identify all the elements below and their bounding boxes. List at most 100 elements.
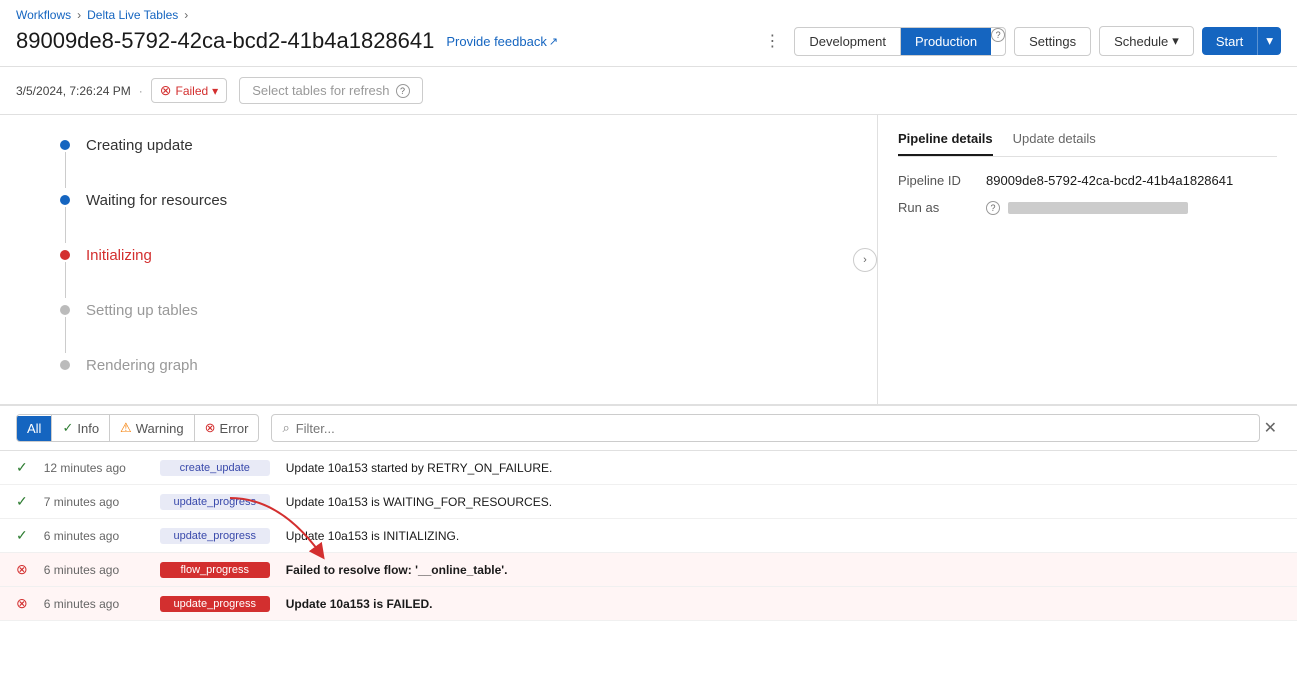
log-row-error-4: ⊗ 6 minutes ago flow_progress Failed to … — [0, 553, 1297, 587]
step-label-waiting-resources: Waiting for resources — [86, 190, 227, 245]
log-row: ✓ 7 minutes ago update_progress Update 1… — [0, 485, 1297, 519]
step-dot-1 — [60, 140, 70, 150]
breadcrumb-delta-live-tables[interactable]: Delta Live Tables — [87, 8, 178, 22]
close-filter-button[interactable]: ✕ — [1260, 418, 1281, 438]
log-time-2: 7 minutes ago — [44, 495, 144, 509]
step-indicator-4 — [60, 300, 70, 353]
development-mode-button[interactable]: Development — [795, 28, 900, 55]
collapse-panel-button[interactable]: › — [853, 248, 877, 272]
log-time-5: 6 minutes ago — [44, 597, 144, 611]
step-dot-5 — [60, 360, 70, 370]
start-chevron-icon: ▾ — [1266, 33, 1273, 48]
log-table: ✓ 12 minutes ago create_update Update 10… — [0, 451, 1297, 621]
log-message-4: Failed to resolve flow: '__online_table'… — [286, 563, 1281, 577]
status-badge[interactable]: ⊗ Failed ▾ — [151, 78, 227, 103]
error-circle-icon: ⊗ — [205, 420, 216, 436]
filter-search-container: ⌕ — [271, 414, 1259, 442]
log-message-2: Update 10a153 is WAITING_FOR_RESOURCES. — [286, 495, 1281, 509]
filter-search-input[interactable] — [296, 421, 1249, 436]
log-tag-1: create_update — [160, 460, 270, 476]
more-options-button[interactable]: ⋮ — [758, 27, 786, 55]
run-as-info-icon: ? — [986, 201, 1000, 215]
filter-error-button[interactable]: ⊗ Error — [194, 415, 259, 441]
step-label-setting-up-tables: Setting up tables — [86, 300, 198, 355]
run-time: 3/5/2024, 7:26:24 PM — [16, 84, 131, 98]
pipeline-id-value: 89009de8-5792-42ca-bcd2-41b4a1828641 — [986, 173, 1233, 188]
status-text: Failed — [175, 84, 208, 98]
step-setting-up-tables: Setting up tables — [60, 300, 837, 355]
run-as-row: Run as ? — [898, 200, 1277, 215]
step-line-3 — [65, 262, 66, 298]
production-mode-button[interactable]: Production — [900, 28, 991, 55]
feedback-link[interactable]: Provide feedback ↗ — [446, 34, 558, 49]
step-creating-update: Creating update — [60, 135, 837, 190]
step-indicator-5 — [60, 355, 70, 370]
run-as-redacted — [1008, 202, 1188, 214]
breadcrumb-sep2: › — [184, 8, 188, 22]
log-icon-5: ⊗ — [16, 595, 28, 612]
log-tag-2: update_progress — [160, 494, 270, 510]
pipeline-steps: Creating update Waiting for resources In… — [40, 135, 837, 410]
start-group: Start ▾ — [1202, 27, 1281, 55]
log-time-4: 6 minutes ago — [44, 563, 144, 577]
search-icon: ⌕ — [282, 420, 289, 436]
step-dot-2 — [60, 195, 70, 205]
filter-info-button[interactable]: ✓ Info — [51, 415, 109, 441]
failed-icon: ⊗ — [160, 82, 172, 99]
log-tag-3: update_progress — [160, 528, 270, 544]
log-time-3: 6 minutes ago — [44, 529, 144, 543]
select-tables-info-icon: ? — [396, 84, 410, 98]
settings-button[interactable]: Settings — [1014, 27, 1091, 56]
select-tables-button[interactable]: Select tables for refresh ? — [239, 77, 422, 104]
log-tag-5: update_progress — [160, 596, 270, 612]
schedule-chevron-icon: ▾ — [1172, 33, 1179, 49]
step-line-1 — [65, 152, 66, 188]
step-line-2 — [65, 207, 66, 243]
run-info: 3/5/2024, 7:26:24 PM · ⊗ Failed ▾ — [16, 78, 227, 103]
log-tag-4: flow_progress — [160, 562, 270, 578]
step-label-creating-update: Creating update — [86, 135, 193, 190]
mode-group: Development Production ? — [794, 27, 1006, 56]
breadcrumb-workflows[interactable]: Workflows — [16, 8, 71, 22]
external-link-icon: ↗ — [549, 35, 558, 48]
filter-warning-button[interactable]: ⚠ Warning — [109, 415, 194, 441]
pipeline-visualization: Creating update Waiting for resources In… — [0, 115, 877, 404]
schedule-button[interactable]: Schedule ▾ — [1099, 26, 1194, 56]
details-tabs: Pipeline details Update details — [898, 131, 1277, 157]
toolbar-row: 3/5/2024, 7:26:24 PM · ⊗ Failed ▾ Select… — [0, 67, 1297, 115]
step-indicator-3 — [60, 245, 70, 298]
step-label-rendering-graph: Rendering graph — [86, 355, 198, 410]
step-waiting-resources: Waiting for resources — [60, 190, 837, 245]
log-filter-bar: All ✓ Info ⚠ Warning ⊗ Error ⌕ ✕ — [0, 406, 1297, 451]
step-indicator-2 — [60, 190, 70, 243]
step-initializing: Initializing — [60, 245, 837, 300]
pipeline-id-row: Pipeline ID 89009de8-5792-42ca-bcd2-41b4… — [898, 173, 1277, 188]
start-button[interactable]: Start — [1202, 27, 1257, 55]
log-icon-4: ⊗ — [16, 561, 28, 578]
status-chevron-icon: ▾ — [212, 84, 218, 98]
step-dot-3 — [60, 250, 70, 260]
breadcrumb: Workflows › Delta Live Tables › — [16, 8, 1281, 22]
details-panel: Pipeline details Update details Pipeline… — [877, 115, 1297, 404]
log-time-1: 12 minutes ago — [44, 461, 144, 475]
tab-update-details[interactable]: Update details — [1013, 131, 1096, 156]
breadcrumb-sep1: › — [77, 8, 81, 22]
log-message-1: Update 10a153 started by RETRY_ON_FAILUR… — [286, 461, 1281, 475]
start-dropdown-button[interactable]: ▾ — [1257, 27, 1281, 55]
tab-pipeline-details[interactable]: Pipeline details — [898, 131, 993, 156]
warning-icon: ⚠ — [120, 420, 132, 436]
main-content: Creating update Waiting for resources In… — [0, 115, 1297, 405]
mode-info-icon: ? — [991, 28, 1005, 42]
log-icon-1: ✓ — [16, 459, 28, 476]
page-title: 89009de8-5792-42ca-bcd2-41b4a1828641 — [16, 28, 434, 54]
log-filter-group: All ✓ Info ⚠ Warning ⊗ Error — [16, 414, 259, 442]
log-row: ✓ 12 minutes ago create_update Update 10… — [0, 451, 1297, 485]
step-dot-4 — [60, 305, 70, 315]
filter-all-button[interactable]: All — [17, 416, 51, 441]
log-icon-2: ✓ — [16, 493, 28, 510]
run-as-label: Run as — [898, 200, 978, 215]
dot-separator: · — [139, 84, 143, 98]
log-row-error-5: ⊗ 6 minutes ago update_progress Update 1… — [0, 587, 1297, 621]
step-rendering-graph: Rendering graph — [60, 355, 837, 410]
step-label-initializing: Initializing — [86, 245, 152, 300]
